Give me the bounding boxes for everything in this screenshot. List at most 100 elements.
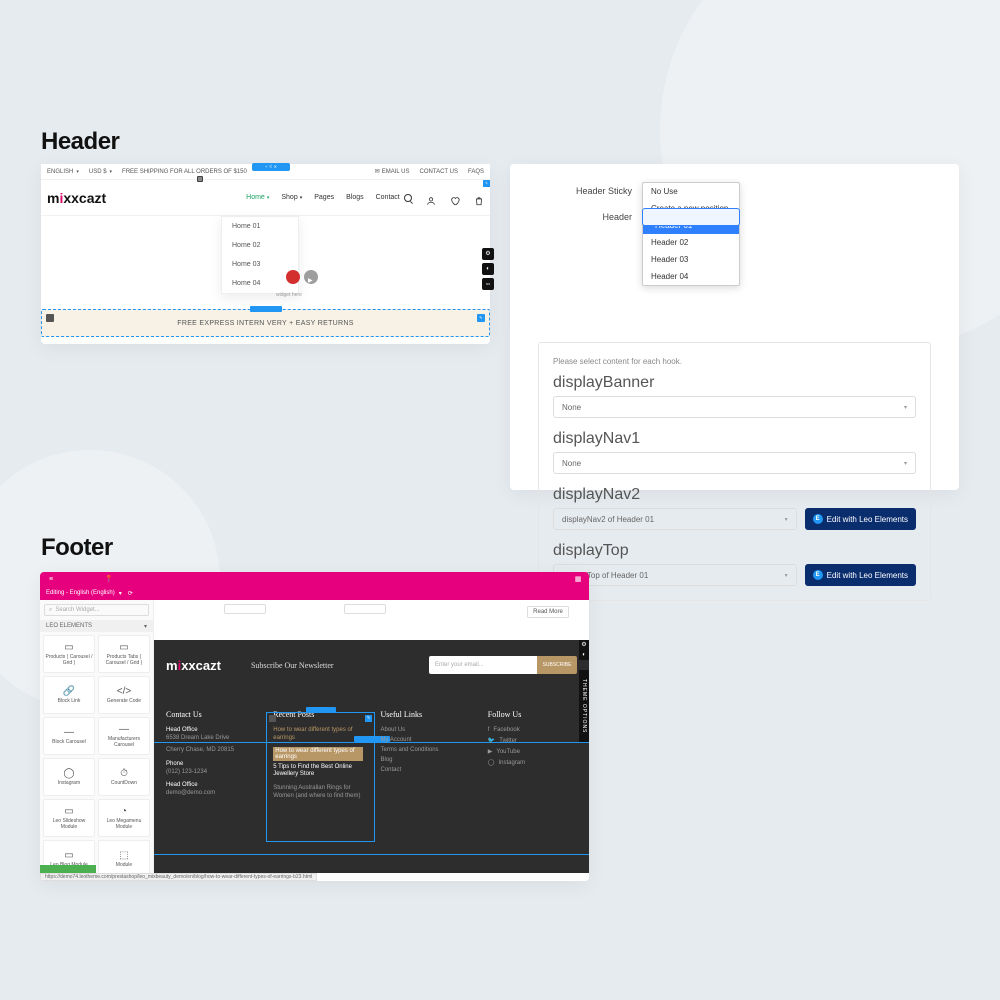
- footer-logo[interactable]: mixxcazt: [166, 658, 221, 673]
- dark-theme-icon[interactable]: ◐: [579, 650, 589, 660]
- frame-drag-handle-icon[interactable]: [269, 715, 276, 722]
- dropdown-option[interactable]: Header 04: [643, 268, 739, 285]
- footer-link[interactable]: About Us: [381, 727, 470, 733]
- footer-link[interactable]: Blog: [381, 757, 470, 763]
- widget-slideshow[interactable]: ▭Leo Slideshow Module: [43, 799, 95, 837]
- contact-addr: 6538 Dream Lake Drive: [166, 735, 255, 743]
- brand-logo[interactable]: mixxcazt: [47, 190, 106, 206]
- grid-icon[interactable]: ▦: [573, 574, 583, 584]
- edit-leo-button[interactable]: EEdit with Leo Elements: [805, 508, 916, 530]
- widget-products[interactable]: ▭Products ( Carousel / Grid ): [43, 635, 95, 673]
- edit-section-pill[interactable]: + 〢 ✕: [252, 163, 290, 171]
- options-side-button[interactable]: NS: [482, 278, 494, 290]
- header-sticky-label: Header Sticky: [538, 182, 642, 196]
- widget-megamenu[interactable]: ◔Leo Megamenu Module: [98, 799, 150, 837]
- widget-manufacturers-carousel[interactable]: —Manufacturers Carousel: [98, 717, 150, 755]
- drag-handle-icon[interactable]: [197, 176, 203, 182]
- contact-addr: Cherry Chase, MD 20815: [166, 747, 255, 755]
- subscribe-button[interactable]: SUBSCRIBE: [537, 656, 577, 674]
- hook-title: displayBanner: [553, 374, 916, 392]
- frame-edit-icon[interactable]: ✎: [365, 715, 372, 722]
- footer-canvas: Read More mixxcazt Subscribe Our Newslet…: [154, 600, 589, 881]
- dropdown-option[interactable]: Header 03: [643, 251, 739, 268]
- widget-category[interactable]: LEO ELEMENTS▾: [40, 620, 153, 632]
- social-facebook[interactable]: fFacebook: [488, 727, 577, 733]
- dropdown-option[interactable]: Header 02: [643, 234, 739, 251]
- hook-select[interactable]: None▾: [553, 452, 916, 474]
- hook-select[interactable]: displayNav2 of Header 01▾: [553, 508, 797, 530]
- search-icon[interactable]: [404, 194, 412, 202]
- widgets-sidebar: ⌕ Search Widget... LEO ELEMENTS▾ ▭Produc…: [40, 600, 154, 881]
- banner-drag-handle-icon[interactable]: [46, 314, 54, 322]
- nav-shop[interactable]: Shop▾: [281, 194, 302, 201]
- widget-block-link[interactable]: 🔗Block Link: [43, 676, 95, 714]
- email-us-link[interactable]: ✉EMAIL US: [375, 168, 410, 175]
- dropdown-item[interactable]: Home 02: [222, 236, 298, 255]
- footer-col-contact: Contact Us Head Office 6538 Dream Lake D…: [166, 710, 255, 865]
- footer-link[interactable]: My Account: [381, 737, 470, 743]
- dark-settings-icon[interactable]: ⚙: [579, 640, 589, 650]
- widget-countdown[interactable]: ⏱CountDown: [98, 758, 150, 796]
- currency-selector[interactable]: USD $▾: [89, 169, 112, 175]
- hook-select[interactable]: None▾: [553, 396, 916, 418]
- nav-contact[interactable]: Contact: [376, 194, 400, 201]
- banner-section-pill[interactable]: [250, 306, 282, 312]
- widget-shapes: [286, 270, 318, 284]
- footer-col-links: Useful Links About Us My Account Terms a…: [381, 710, 470, 865]
- red-circle-icon: [286, 270, 300, 284]
- bag-icon[interactable]: [474, 193, 484, 203]
- social-instagram[interactable]: ◯Instagram: [488, 759, 577, 766]
- heart-icon[interactable]: [450, 193, 460, 203]
- footer-link[interactable]: Terms and Conditions: [381, 747, 470, 753]
- user-icon[interactable]: [426, 193, 436, 203]
- email-input[interactable]: Enter your email...: [429, 656, 537, 674]
- leo-icon: E: [813, 514, 823, 524]
- menu-icon[interactable]: ≡: [46, 574, 56, 584]
- widget-search-input[interactable]: ⌕ Search Widget...: [44, 604, 149, 616]
- nav-edit-icon[interactable]: ✎: [483, 180, 490, 187]
- editor-divider: [154, 854, 589, 855]
- shipping-banner-text: FREE SHIPPING FOR ALL ORDERS OF $150: [122, 169, 247, 175]
- contact-us-link[interactable]: CONTACT US: [420, 168, 458, 175]
- banner-edit-icon[interactable]: ✎: [477, 314, 485, 322]
- widget-generate-code[interactable]: </>Generate Code: [98, 676, 150, 714]
- widget-block-carousel[interactable]: —Block Carousel: [43, 717, 95, 755]
- footer-link[interactable]: Contact: [381, 767, 470, 773]
- settings-side-button[interactable]: ⚙: [482, 248, 494, 260]
- contact-subhead: Head Office: [166, 782, 255, 788]
- dropdown-item[interactable]: Home 01: [222, 217, 298, 236]
- social-twitter[interactable]: 🐦Twitter: [488, 737, 577, 744]
- social-youtube[interactable]: ▶YouTube: [488, 748, 577, 755]
- edit-leo-button[interactable]: EEdit with Leo Elements: [805, 564, 916, 586]
- nav-home[interactable]: Home▾: [246, 194, 269, 201]
- footer-editor-panel: ≡ 📍 ▦ Editing - English (English)▾ ⟳ ⌕ S…: [40, 572, 589, 881]
- youtube-icon: ▶: [488, 748, 493, 755]
- dropdown-option[interactable]: No Use: [643, 183, 739, 200]
- play-circle-icon[interactable]: [304, 270, 318, 284]
- header-position-dropdown[interactable]: No Use Create a new position Header 01 H…: [642, 182, 740, 286]
- widget-instagram[interactable]: ◯Instagram: [43, 758, 95, 796]
- faqs-link[interactable]: FAQS: [468, 168, 484, 175]
- language-selector[interactable]: ENGLISH▾: [47, 169, 79, 175]
- hook-content-panel: Please select content for each hook. dis…: [538, 342, 931, 601]
- theme-side-button[interactable]: ◐: [482, 263, 494, 275]
- read-more-button[interactable]: Read More: [527, 606, 569, 618]
- instagram-icon: ◯: [488, 759, 495, 766]
- twitter-icon: 🐦: [488, 737, 495, 744]
- edit-selection-frame: ✎: [266, 712, 375, 842]
- nav-pages[interactable]: Pages: [314, 194, 334, 201]
- col-title: Useful Links: [381, 710, 470, 719]
- widget-products-tabs[interactable]: ▭Products Tabs ( Carousel / Grid ): [98, 635, 150, 673]
- subscribe-text: Subscribe Our Newsletter: [251, 661, 334, 670]
- editing-language-bar[interactable]: Editing - English (English)▾ ⟳: [40, 586, 589, 600]
- hook-select[interactable]: displayTop of Header 01▾: [553, 564, 797, 586]
- promo-banner-block: FREE EXPRESS INTERN VERY + EASY RETURNS …: [41, 309, 490, 337]
- pin-icon[interactable]: 📍: [104, 574, 114, 584]
- contact-phone-label: Phone: [166, 761, 255, 767]
- header-select[interactable]: [642, 208, 740, 226]
- hook-title: displayNav1: [553, 430, 916, 448]
- nav-blogs[interactable]: Blogs: [346, 194, 364, 201]
- frame-pill[interactable]: [306, 707, 336, 713]
- search-icon: ⌕: [49, 607, 52, 614]
- contact-phone: (012) 123-1234: [166, 769, 255, 777]
